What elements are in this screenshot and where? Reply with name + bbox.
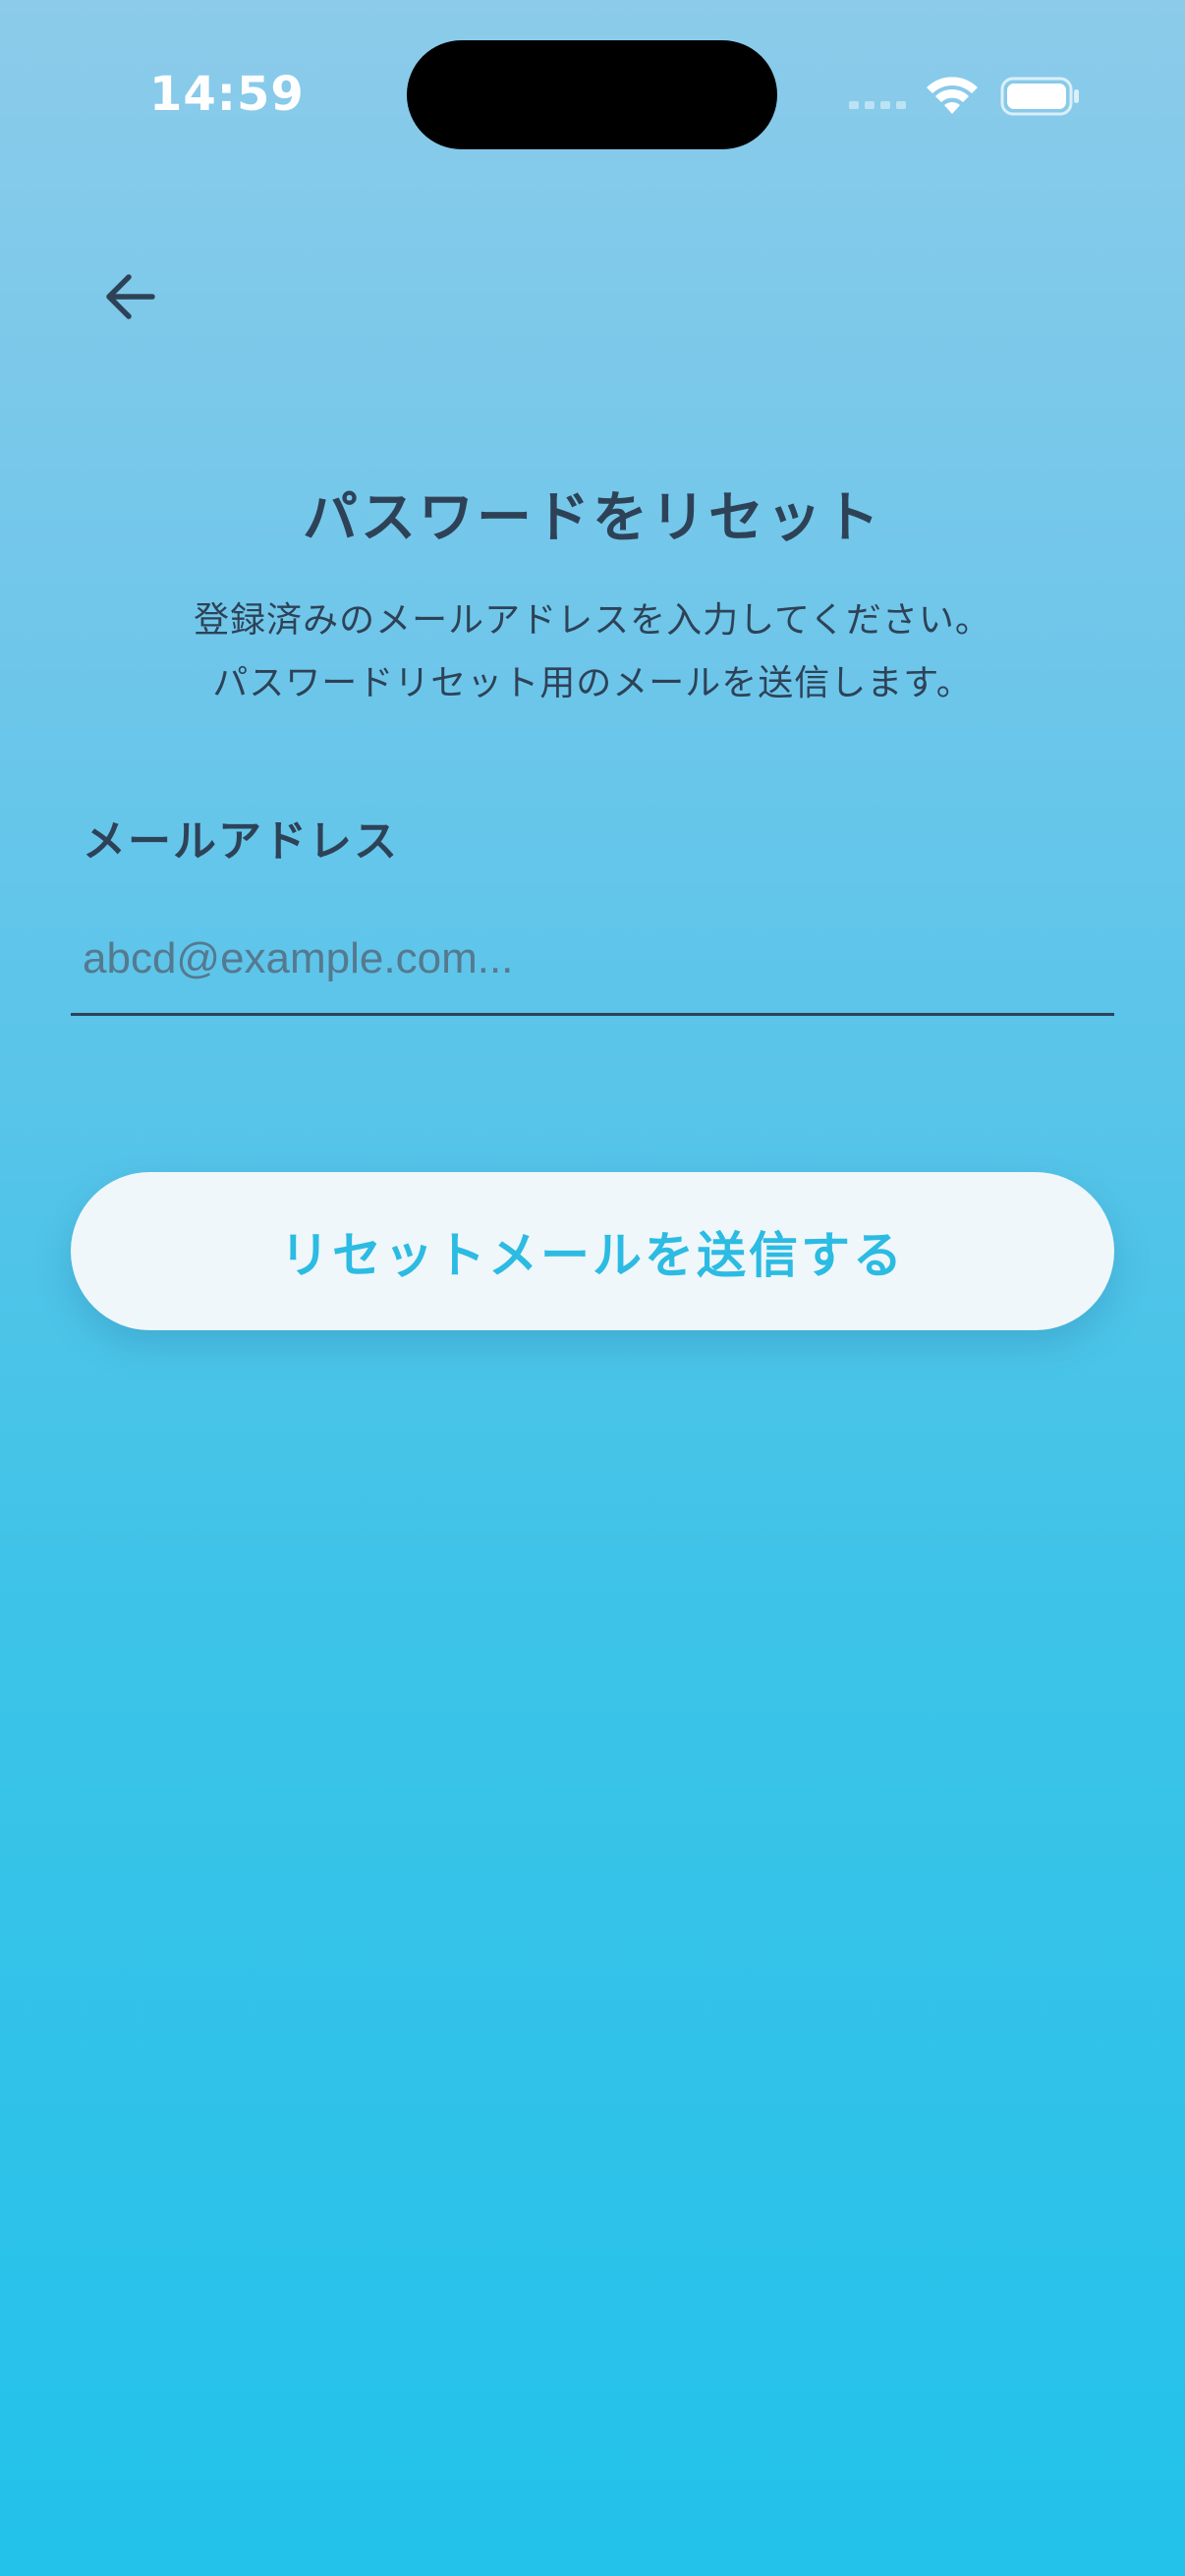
cell-signal-icon <box>849 101 906 111</box>
battery-icon <box>1000 77 1079 116</box>
email-label: メールアドレス <box>83 816 399 867</box>
send-reset-email-label: リセットメールを送信する <box>280 1226 905 1284</box>
description-line-1: 登録済みのメールアドレスを入力してください。 <box>194 600 991 641</box>
dynamic-island <box>407 40 777 149</box>
page-title: パスワードをリセット <box>303 486 882 550</box>
back-button[interactable] <box>90 257 169 336</box>
email-input[interactable] <box>71 904 1114 1016</box>
description: 登録済みのメールアドレスを入力してください。 パスワードリセット用のメールを送信… <box>0 589 1185 715</box>
arrow-left-icon <box>106 274 155 319</box>
password-reset-screen: 14:59 パスワードをリセット 登録済みのメールアドレスを入力してください。 … <box>0 0 1185 2576</box>
description-line-2: パスワードリセット用のメールを送信します。 <box>212 663 973 703</box>
wifi-icon <box>927 77 978 114</box>
send-reset-email-button[interactable]: リセットメールを送信する <box>71 1172 1114 1330</box>
status-time: 14:59 <box>149 67 305 122</box>
